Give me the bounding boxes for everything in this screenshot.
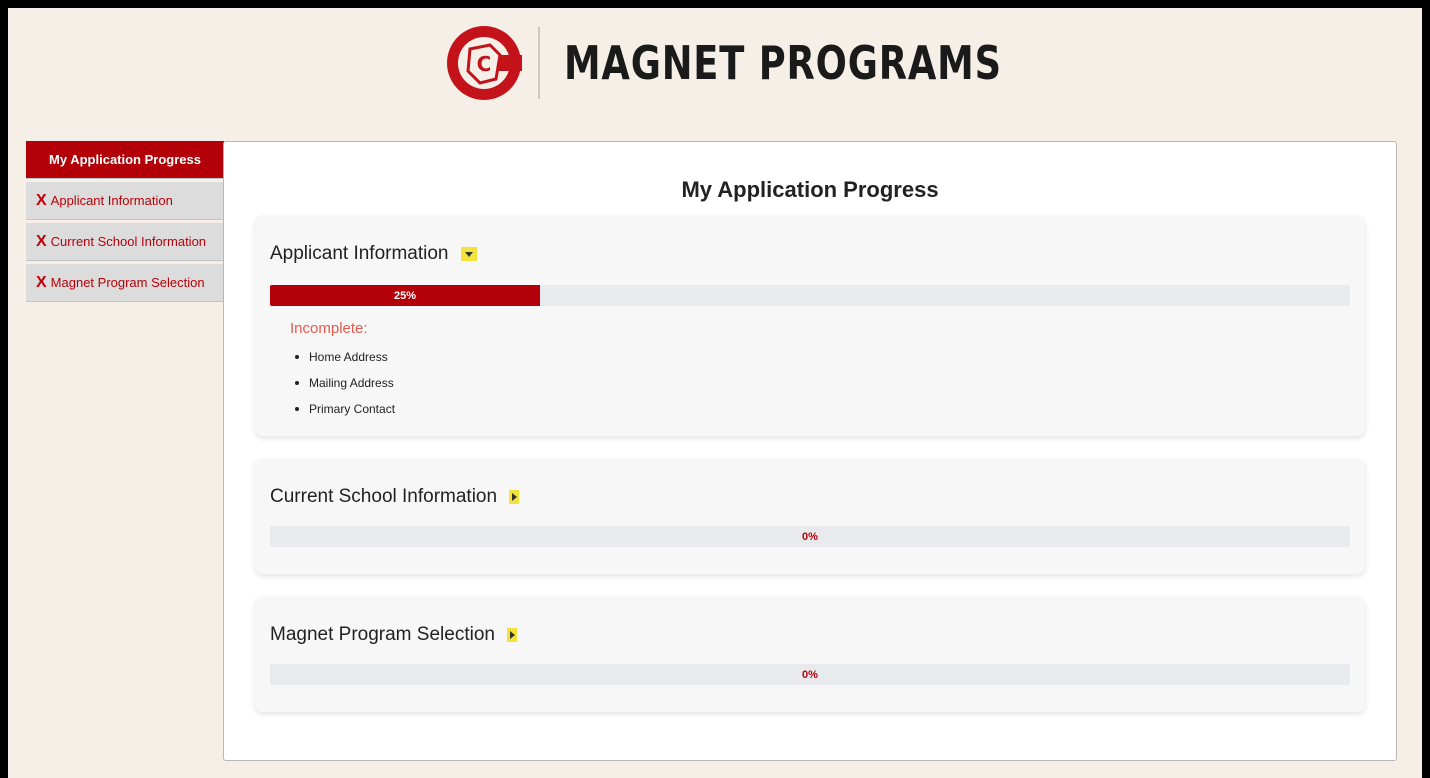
cps-logo-icon: C [447, 26, 522, 100]
sidebar-item-magnet-program-selection[interactable]: X Magnet Program Selection [26, 264, 224, 302]
section-title: Applicant Information [270, 243, 449, 264]
progress-bar: 0% [270, 526, 1350, 547]
sidebar: My Application Progress X Applicant Info… [26, 141, 224, 305]
caret-right-icon[interactable] [509, 490, 520, 504]
brand-title: MAGNET PROGRAMS [564, 36, 1002, 90]
section-title: Current School Information [270, 486, 498, 507]
sidebar-item-label: Applicant Information [50, 193, 173, 208]
list-item: Mailing Address [295, 370, 395, 396]
page-frame: C MAGNET PROGRAMS My Application Progres… [8, 8, 1422, 778]
svg-text:C: C [477, 52, 492, 76]
section-card-magnet-program-selection: Magnet Program Selection 0% [255, 597, 1365, 712]
progress-label: 0% [802, 530, 818, 543]
sidebar-item-current-school-information[interactable]: X Current School Information [26, 223, 224, 261]
caret-right-icon[interactable] [506, 628, 517, 642]
sidebar-item-my-application-progress[interactable]: My Application Progress [26, 141, 224, 179]
sidebar-item-label: Current School Information [50, 234, 207, 249]
sidebar-item-label: My Application Progress [49, 152, 201, 167]
x-mark-icon: X [36, 273, 47, 291]
incomplete-list: Home Address Mailing Address Primary Con… [295, 344, 395, 422]
section-header[interactable]: Current School Information [270, 486, 520, 508]
section-card-current-school-information: Current School Information 0% [255, 459, 1365, 574]
progress-bar: 0% [270, 664, 1350, 685]
list-item: Primary Contact [295, 396, 395, 422]
caret-down-icon[interactable] [460, 247, 477, 261]
header-divider [538, 27, 540, 99]
sidebar-item-label: Magnet Program Selection [50, 275, 205, 290]
x-mark-icon: X [36, 232, 47, 250]
progress-bar: 25% [270, 285, 1350, 306]
sidebar-item-applicant-information[interactable]: X Applicant Information [26, 182, 224, 220]
progress-label: 25% [393, 289, 417, 302]
page-title: My Application Progress [681, 177, 939, 202]
progress-label: 0% [802, 668, 818, 681]
section-card-applicant-information: Applicant Information 25% Incomplete: Ho… [255, 216, 1365, 436]
x-mark-icon: X [36, 191, 47, 209]
section-title: Magnet Program Selection [270, 624, 495, 645]
section-header[interactable]: Applicant Information [270, 243, 477, 265]
section-header[interactable]: Magnet Program Selection [270, 624, 517, 646]
incomplete-heading: Incomplete: [290, 320, 368, 337]
main-panel: My Application Progress Applicant Inform… [223, 141, 1397, 761]
list-item: Home Address [295, 344, 395, 370]
header: C MAGNET PROGRAMS [8, 8, 1422, 118]
